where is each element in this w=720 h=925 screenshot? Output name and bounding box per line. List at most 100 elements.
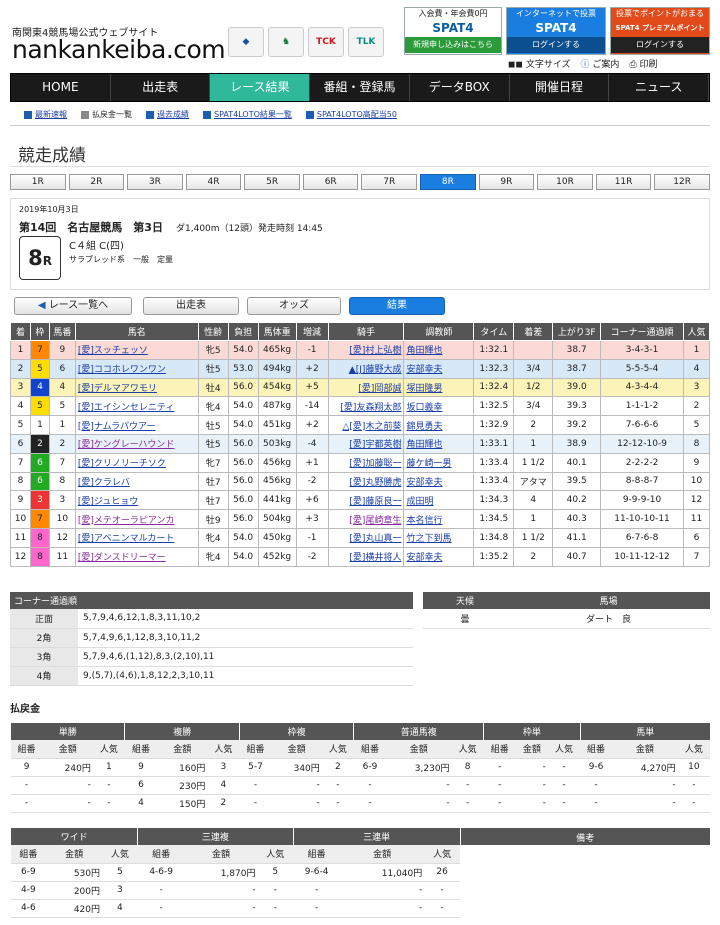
horse-name[interactable]: [愛]クリノリーチソク: [74, 452, 199, 473]
horse-name[interactable]: [愛]ケングレーハウンド: [74, 433, 199, 454]
jockey[interactable]: △[愛]木之前葵: [327, 415, 405, 435]
corner-order: 3-4-3-1: [600, 340, 684, 360]
race-tab-12[interactable]: 12R: [654, 174, 710, 190]
jockey[interactable]: [愛]丸山真一: [327, 527, 405, 548]
jockey[interactable]: [愛]加藤聡一: [327, 452, 405, 473]
race-tab-9[interactable]: 9R: [478, 174, 535, 190]
jockey[interactable]: [愛]丸野勝虎: [327, 471, 405, 492]
race-tab-2[interactable]: 2R: [68, 174, 125, 190]
waku: 7: [29, 509, 50, 529]
trainer[interactable]: 藤ケ崎一男: [403, 452, 475, 473]
trainer[interactable]: 安部幸夫: [403, 546, 475, 567]
horse-name[interactable]: [愛]ダンスドリーマー: [74, 546, 199, 567]
horse-name[interactable]: [愛]メテオーラピアンカ: [74, 509, 199, 529]
trainer[interactable]: 錦見勇夫: [403, 415, 475, 435]
horse-name[interactable]: [愛]エイシンセレニティ: [74, 396, 199, 417]
popularity: 1: [682, 340, 711, 360]
subnav-loto[interactable]: SPAT4LOTO結果一覧: [203, 106, 292, 125]
corner-order: 5-5-5-4: [600, 358, 684, 379]
finish-pos: 8: [10, 471, 31, 492]
race-tab-4[interactable]: 4R: [185, 174, 242, 190]
entries-button[interactable]: 出走表: [143, 297, 239, 315]
results-button[interactable]: 結果: [349, 297, 445, 315]
kawasaki-logo-icon[interactable]: TLK: [348, 27, 384, 57]
race-tab-7[interactable]: 7R: [361, 174, 418, 190]
jockey[interactable]: [愛]友森翔太郎: [327, 396, 405, 417]
horse-name[interactable]: [愛]スッチェッソ: [74, 340, 199, 360]
jockey[interactable]: [愛]岡部誠: [327, 377, 405, 398]
horse-name[interactable]: [愛]ココホレワンワン: [74, 358, 199, 379]
subnav-loto-high[interactable]: SPAT4LOTO高配当50: [305, 106, 397, 125]
nav-schedule[interactable]: 開催日程: [510, 74, 610, 101]
nav-home[interactable]: HOME: [11, 74, 111, 101]
horse-name[interactable]: [愛]ナムラパウアー: [74, 415, 199, 435]
spat4-premium-banner[interactable]: 投票でポイントがおまる SPAT4 プレミアムポイント ログインする: [610, 7, 710, 55]
jockey[interactable]: [愛]村上弘樹: [327, 340, 405, 360]
trainer[interactable]: 塚田隆男: [403, 377, 475, 398]
nav-programs[interactable]: 番組・登録馬: [310, 74, 410, 101]
subnav-label: 過去成績: [157, 110, 189, 119]
race-tab-10[interactable]: 10R: [537, 174, 593, 190]
corner-order: 1-1-1-2: [600, 396, 684, 417]
payout-subheader: 人気: [102, 845, 138, 864]
back-to-list-button[interactable]: ◀ レース一覧へ: [14, 297, 132, 315]
trainer[interactable]: 坂口義幸: [403, 396, 475, 417]
payout-subheader: 金額: [157, 740, 208, 759]
nav-entries[interactable]: 出走表: [111, 74, 211, 101]
race-tab-8[interactable]: 8R: [420, 174, 476, 190]
popularity: 8: [682, 433, 711, 454]
race-tab-6[interactable]: 6R: [302, 174, 359, 190]
payout-subheader: 人気: [207, 740, 240, 759]
weight-carried: 56.0: [227, 471, 259, 492]
payout-table-2: ワイド 三連複 三連単 備考 組番 金額 人気 組番 金額 人気 組番 金額 人気 6-9 530円 5 4-6…: [9, 828, 710, 918]
printer-icon: ⎙: [629, 60, 640, 70]
horse-name[interactable]: [愛]ジュヒョウ: [74, 490, 199, 511]
jockey[interactable]: [愛]宇都英樹: [327, 433, 405, 454]
jockey[interactable]: [愛]横井将人: [327, 546, 405, 567]
trainer[interactable]: 安部幸夫: [403, 471, 475, 492]
results-header: 人気: [682, 322, 711, 341]
race-tab-5[interactable]: 5R: [244, 174, 300, 190]
horse-name[interactable]: [愛]デルマアワモリ: [74, 377, 199, 398]
trainer[interactable]: 角田輝也: [403, 340, 475, 360]
jockey[interactable]: [愛]藤原良一: [327, 490, 405, 511]
arrow-icon: [81, 110, 89, 119]
print-link[interactable]: ⎙ 印刷: [629, 57, 657, 70]
last-3f: 40.2: [552, 490, 602, 511]
trainer[interactable]: 竹之下到馬: [403, 527, 475, 548]
guide-link[interactable]: ⓘ ご案内: [581, 57, 620, 70]
jockey[interactable]: [愛]尾崎章生: [327, 509, 405, 529]
nav-news[interactable]: ニュース: [609, 74, 710, 101]
spat4-signup-banner[interactable]: 入会費・年会費0円 SPAT4 新規申し込みはこちら: [404, 7, 502, 55]
combination: -: [10, 776, 43, 795]
urawa-logo-icon[interactable]: ◆: [228, 27, 264, 57]
subnav-latest[interactable]: 最新速報: [24, 106, 67, 125]
subnav-past[interactable]: 過去成績: [146, 106, 189, 125]
jockey[interactable]: ▲[J]藤野大成: [327, 358, 405, 379]
race-tab-11[interactable]: 11R: [595, 174, 652, 190]
corner-order: 5,7,9,4,6,12,1,8,3,11,10,2: [78, 609, 413, 629]
site-logo[interactable]: nankankeiba.com: [12, 35, 226, 64]
font-size-tool[interactable]: ◼◼ 文字サイズ: [508, 57, 571, 70]
payout-amount: -: [386, 794, 452, 813]
trainer[interactable]: 安部幸夫: [403, 358, 475, 379]
payout-amount: 340円: [271, 758, 322, 777]
trainer[interactable]: 角田輝也: [403, 433, 475, 454]
spat4-login-banner[interactable]: インターネットで投票 SPAT4 ログインする: [506, 7, 606, 55]
banner-main-text: SPAT4: [535, 21, 577, 35]
waku: 5: [29, 396, 50, 417]
ohi-logo-icon[interactable]: TCK: [308, 27, 344, 57]
odds-button[interactable]: オッズ: [247, 297, 341, 315]
payout-amount: 3,230円: [386, 758, 452, 777]
horse-name[interactable]: [愛]アベニンマルカート: [74, 527, 199, 548]
horse-name[interactable]: [愛]クラレバ: [74, 471, 199, 492]
funabashi-logo-icon[interactable]: ♞: [268, 27, 304, 57]
race-tab-1[interactable]: 1R: [10, 174, 66, 190]
trainer[interactable]: 成田明: [403, 490, 475, 511]
race-tab-3[interactable]: 3R: [127, 174, 183, 190]
nav-databox[interactable]: データBOX: [410, 74, 510, 101]
trainer[interactable]: 本名信行: [403, 509, 475, 529]
nav-race-results[interactable]: レース結果: [210, 74, 311, 101]
payout-title: 払戻金: [10, 704, 40, 715]
popularity: 5: [682, 415, 711, 435]
